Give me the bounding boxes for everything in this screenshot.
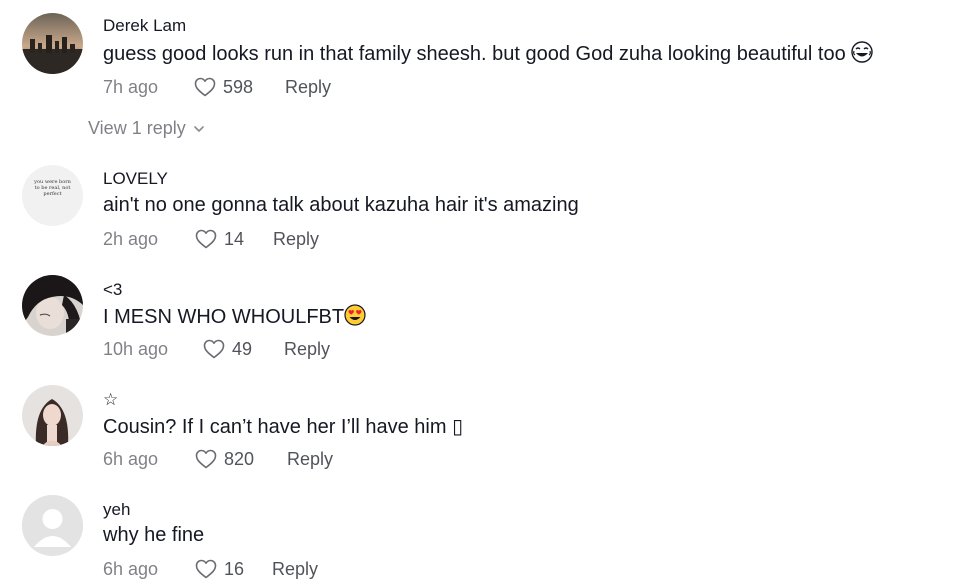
heart-icon <box>195 559 217 579</box>
comment-meta: 2h ago 14 Reply <box>103 229 503 255</box>
comment-text-body: I MESN WHO WHOULFBT <box>103 306 345 328</box>
like-count: 14 <box>224 228 245 249</box>
timestamp: 2h ago <box>103 229 159 249</box>
avatar[interactable] <box>22 13 83 74</box>
avatar[interactable]: you were born to be real, not perfect <box>22 165 83 226</box>
comment-text-body: Cousin? If I can’t have her I’ll have hi… <box>103 416 447 438</box>
comment-text: Cousin? If I can’t have her I’ll have hi… <box>103 414 463 439</box>
heart-icon <box>195 229 217 249</box>
avatar[interactable] <box>22 275 83 336</box>
avatar[interactable] <box>22 385 83 446</box>
reply-button[interactable]: Reply <box>273 229 319 250</box>
timestamp: 10h ago <box>103 339 169 359</box>
comment-text-body: guess good looks run in that family shee… <box>103 43 846 65</box>
username[interactable]: <3 <box>103 280 122 300</box>
reply-button[interactable]: Reply <box>287 449 333 470</box>
dark-hair-portrait-avatar-image <box>22 275 83 336</box>
comment-meta: 10h ago 49 Reply <box>103 339 503 365</box>
chevron-down-icon <box>193 125 204 132</box>
like-button[interactable]: 16 <box>194 557 244 581</box>
comment-meta: 6h ago 820 Reply <box>103 449 503 475</box>
username[interactable]: LOVELY <box>103 169 168 189</box>
heart-eyes-emoji <box>344 304 366 332</box>
like-count: 598 <box>223 76 254 97</box>
timestamp: 6h ago <box>103 449 159 469</box>
reply-button[interactable]: Reply <box>285 77 331 98</box>
username[interactable]: ☆ <box>103 390 118 410</box>
username[interactable]: yeh <box>103 500 130 520</box>
text-quote-avatar-image: you were born to be real, not perfect <box>32 179 73 197</box>
laughing-tears-emoji <box>851 41 873 69</box>
city-skyline-avatar-image <box>22 13 83 74</box>
heart-icon <box>195 449 217 469</box>
missing-glyph-box: ▯ <box>452 414 464 438</box>
view-replies-button[interactable]: View 1 reply <box>88 118 206 139</box>
view-replies-label: View 1 reply <box>88 118 186 138</box>
comment-text: ain't no one gonna talk about kazuha hai… <box>103 194 579 216</box>
heart-icon <box>194 77 216 97</box>
reply-button[interactable]: Reply <box>284 339 330 360</box>
heart-icon <box>203 339 225 359</box>
comment-text: I MESN WHO WHOULFBT <box>103 304 366 332</box>
reply-button[interactable]: Reply <box>272 559 318 580</box>
username[interactable]: Derek Lam <box>103 16 186 36</box>
comment-meta: 6h ago 16 Reply <box>103 559 503 585</box>
like-button[interactable]: 49 <box>202 337 252 361</box>
avatar-quote-text: you were born to be real, not perfect <box>34 179 71 197</box>
avatar[interactable] <box>22 495 83 556</box>
timestamp: 7h ago <box>103 77 159 97</box>
comment-text: why he fine <box>103 524 205 546</box>
comment-meta: 7h ago 598 Reply <box>103 77 503 103</box>
default-user-icon <box>22 495 83 556</box>
like-count: 16 <box>224 558 245 579</box>
like-count: 49 <box>232 338 253 359</box>
woman-portrait-avatar-image <box>22 385 83 446</box>
like-button[interactable]: 820 <box>194 447 254 471</box>
timestamp: 6h ago <box>103 559 159 579</box>
like-button[interactable]: 598 <box>193 75 253 99</box>
like-count: 820 <box>224 448 255 469</box>
comment-text: guess good looks run in that family shee… <box>103 41 873 69</box>
like-button[interactable]: 14 <box>194 227 244 251</box>
